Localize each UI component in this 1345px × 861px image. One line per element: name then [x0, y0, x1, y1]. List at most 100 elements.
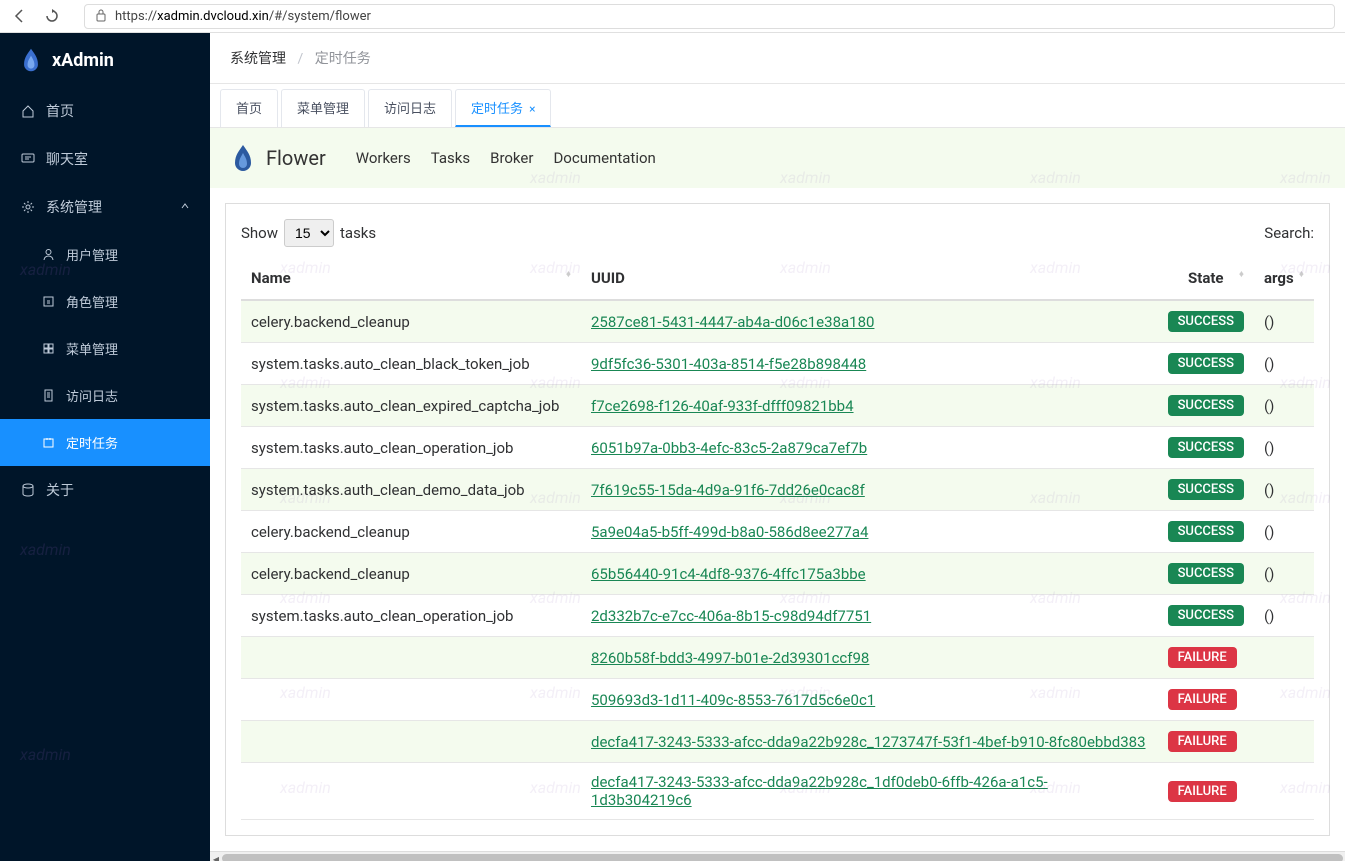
cell-name [241, 679, 581, 721]
close-icon[interactable]: × [529, 102, 535, 116]
uuid-link[interactable]: decfa417-3243-5333-afcc-dda9a22b928c_127… [591, 733, 1146, 751]
cell-args: () [1254, 385, 1314, 427]
table-row: system.tasks.auto_clean_operation_job 605… [241, 427, 1314, 469]
scroll-left-icon[interactable]: ◀ [210, 852, 222, 861]
uuid-link[interactable]: 8260b58f-bdd3-4997-b01e-2d39301ccf98 [591, 649, 869, 667]
status-badge: SUCCESS [1168, 437, 1244, 458]
col-args[interactable]: args♦ [1254, 257, 1314, 300]
col-uuid[interactable]: UUID [581, 257, 1158, 300]
horizontal-scrollbar[interactable]: ◀ [210, 851, 1345, 861]
tab-task[interactable]: 定时任务× [455, 89, 551, 127]
sidebar-item-label: 系统管理 [46, 197, 102, 217]
cell-uuid: f7ce2698-f126-40af-933f-dfff09821bb4 [581, 385, 1158, 427]
status-badge: SUCCESS [1168, 479, 1244, 500]
cell-state: SUCCESS [1158, 595, 1254, 637]
cell-args: () [1254, 300, 1314, 343]
url-bar[interactable]: https://xadmin.dvcloud.xin/#/system/flow… [84, 4, 1335, 29]
uuid-link[interactable]: decfa417-3243-5333-afcc-dda9a22b928c_1df… [591, 773, 1048, 809]
table-row: 509693d3-1d11-409c-8553-7617d5c6e0c1 FAIL… [241, 679, 1314, 721]
flower-logo[interactable]: Flower [230, 143, 326, 173]
cell-state: SUCCESS [1158, 385, 1254, 427]
sidebar-item-about[interactable]: 关于 [0, 466, 210, 514]
uuid-link[interactable]: 2587ce81-5431-4447-ab4a-d06c1e38a180 [591, 313, 874, 331]
cell-name [241, 721, 581, 763]
log-icon [40, 388, 56, 404]
cell-name [241, 763, 581, 820]
tab-menu[interactable]: 菜单管理 [281, 89, 365, 127]
sidebar-subitem-log[interactable]: 访问日志 [0, 372, 210, 419]
status-badge: SUCCESS [1168, 605, 1244, 626]
user-icon [40, 247, 56, 263]
table-controls: Show 15 tasks Search: [241, 219, 1314, 247]
table-row: 8260b58f-bdd3-4997-b01e-2d39301ccf98 FAIL… [241, 637, 1314, 679]
tab-log[interactable]: 访问日志 [368, 89, 452, 127]
cell-state: SUCCESS [1158, 300, 1254, 343]
uuid-link[interactable]: 6051b97a-0bb3-4efc-83c5-2a879ca7ef7b [591, 439, 867, 457]
col-state[interactable]: State♦ [1158, 257, 1254, 300]
uuid-link[interactable]: 509693d3-1d11-409c-8553-7617d5c6e0c1 [591, 691, 875, 709]
uuid-link[interactable]: f7ce2698-f126-40af-933f-dfff09821bb4 [591, 397, 854, 415]
cell-name: system.tasks.auto_clean_operation_job [241, 427, 581, 469]
cell-args: () [1254, 595, 1314, 637]
flower-nav-workers[interactable]: Workers [356, 149, 411, 167]
uuid-link[interactable]: 9df5fc36-5301-403a-8514-f5e28b898448 [591, 355, 866, 373]
table-container: Show 15 tasks Search: Name♦ UUID State [225, 203, 1330, 836]
status-badge: FAILURE [1168, 647, 1237, 668]
sidebar-item-chat[interactable]: 聊天室 [0, 135, 210, 183]
flower-nav-tasks[interactable]: Tasks [431, 149, 470, 167]
sidebar-subitem-role[interactable]: 角色管理 [0, 278, 210, 325]
breadcrumb-root[interactable]: 系统管理 [230, 51, 286, 67]
sidebar-item-system[interactable]: 系统管理 [0, 183, 210, 231]
breadcrumb-sep: / [297, 51, 303, 67]
uuid-link[interactable]: 65b56440-91c4-4df8-9376-4ffc175a3bbe [591, 565, 866, 583]
home-icon [20, 103, 36, 119]
cell-state: SUCCESS [1158, 553, 1254, 595]
sidebar-subitem-user[interactable]: 用户管理 [0, 231, 210, 278]
uuid-link[interactable]: 5a9e04a5-b5ff-499d-b8a0-586d8ee277a4 [591, 523, 868, 541]
content-area: Flower Workers Tasks Broker Documentatio… [210, 128, 1345, 861]
page-size-select[interactable]: 15 [284, 219, 334, 247]
cell-name: system.tasks.auth_clean_demo_data_job [241, 469, 581, 511]
browser-bar: https://xadmin.dvcloud.xin/#/system/flow… [0, 0, 1345, 33]
cell-state: FAILURE [1158, 763, 1254, 820]
refresh-button[interactable] [42, 6, 62, 26]
app-name: xAdmin [52, 50, 114, 71]
db-icon [20, 482, 36, 498]
cell-state: FAILURE [1158, 721, 1254, 763]
sidebar-item-label: 访问日志 [66, 386, 118, 405]
cell-args: () [1254, 511, 1314, 553]
flower-flame-icon [230, 143, 256, 173]
breadcrumb: 系统管理 / 定时任务 [210, 33, 1345, 84]
tab-home[interactable]: 首页 [220, 89, 278, 127]
flower-nav-docs[interactable]: Documentation [553, 149, 655, 167]
uuid-link[interactable]: 7f619c55-15da-4d9a-91f6-7dd26e0cac8f [591, 481, 865, 499]
sort-icon: ♦ [1299, 269, 1304, 280]
tabs: 首页 菜单管理 访问日志 定时任务× [210, 84, 1345, 128]
col-name[interactable]: Name♦ [241, 257, 581, 300]
app-logo[interactable]: xAdmin [0, 33, 210, 87]
flower-nav-broker[interactable]: Broker [490, 149, 533, 167]
task-icon [40, 435, 56, 451]
chat-icon [20, 151, 36, 167]
back-button[interactable] [10, 6, 30, 26]
sidebar-item-label: 首页 [46, 101, 74, 121]
sidebar-item-label: 菜单管理 [66, 339, 118, 358]
sidebar-subitem-task[interactable]: 定时任务 [0, 419, 210, 466]
sidebar-submenu: 用户管理 角色管理 菜单管理 访问日志 定时任务 [0, 231, 210, 466]
cell-uuid: 7f619c55-15da-4d9a-91f6-7dd26e0cac8f [581, 469, 1158, 511]
menu-icon [40, 341, 56, 357]
cell-args [1254, 637, 1314, 679]
cell-uuid: 9df5fc36-5301-403a-8514-f5e28b898448 [581, 343, 1158, 385]
cell-uuid: 65b56440-91c4-4df8-9376-4ffc175a3bbe [581, 553, 1158, 595]
status-badge: SUCCESS [1168, 395, 1244, 416]
flame-icon [20, 47, 42, 73]
cell-uuid: 509693d3-1d11-409c-8553-7617d5c6e0c1 [581, 679, 1158, 721]
gear-icon [20, 199, 36, 215]
sidebar-item-home[interactable]: 首页 [0, 87, 210, 135]
uuid-link[interactable]: 2d332b7c-e7cc-406a-8b15-c98d94df7751 [591, 607, 871, 625]
tasks-table: Name♦ UUID State♦ args♦ celery.backend_c… [241, 257, 1314, 820]
scrollbar-thumb[interactable] [222, 854, 1343, 861]
cell-state: FAILURE [1158, 679, 1254, 721]
cell-uuid: 2d332b7c-e7cc-406a-8b15-c98d94df7751 [581, 595, 1158, 637]
sidebar-subitem-menu[interactable]: 菜单管理 [0, 325, 210, 372]
